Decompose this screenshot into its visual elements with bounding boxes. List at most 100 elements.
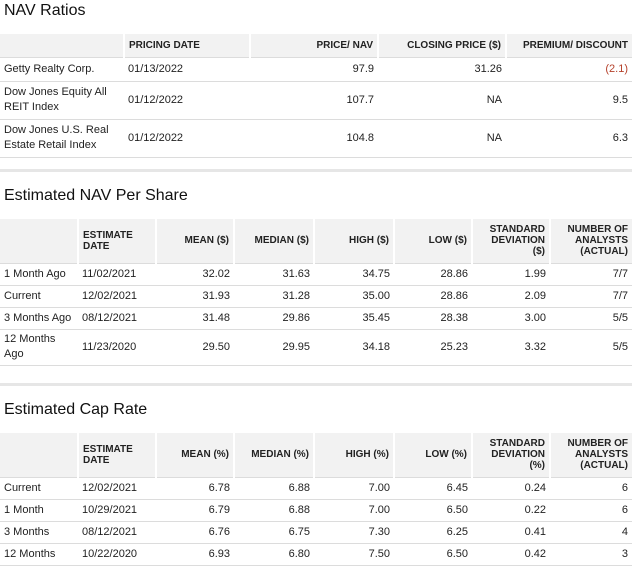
row-date: 11/23/2020 <box>78 328 156 366</box>
row-high: 34.75 <box>314 262 394 285</box>
row-median: 6.75 <box>234 520 314 543</box>
row-low: 28.38 <box>394 306 472 329</box>
row-mean: 31.93 <box>156 284 234 307</box>
row-date: 01/12/2022 <box>124 118 250 158</box>
nav-per-share-table-wrap: ESTIMATE DATE MEAN ($) MEDIAN ($) HIGH (… <box>0 219 632 366</box>
row-std: 0.41 <box>472 520 550 543</box>
row-high: 35.45 <box>314 306 394 329</box>
cap-rate-table: ESTIMATE DATE MEAN (%) MEDIAN (%) HIGH (… <box>0 433 632 566</box>
row-mean: 29.50 <box>156 328 234 366</box>
row-date: 08/12/2021 <box>78 306 156 329</box>
col-header-std-dev: STANDARD DEVIATION (%) <box>472 433 551 477</box>
col-header-analysts: NUMBER OF ANALYSTS (ACTUAL) <box>550 433 632 477</box>
row-date: 01/12/2022 <box>124 80 250 119</box>
row-price-nav: 107.7 <box>250 80 378 119</box>
table-row: 1 Month Ago 11/02/2021 32.02 31.63 34.75… <box>0 262 632 285</box>
table-row: Current 12/02/2021 31.93 31.28 35.00 28.… <box>0 284 632 307</box>
row-mean: 31.48 <box>156 306 234 329</box>
row-premium: 9.5 <box>506 80 632 119</box>
row-high: 7.00 <box>314 476 394 499</box>
section-divider <box>0 383 632 386</box>
row-high: 7.50 <box>314 542 394 566</box>
row-price-nav: 97.9 <box>250 56 378 81</box>
row-date: 10/22/2020 <box>78 542 156 566</box>
row-median: 6.88 <box>234 498 314 521</box>
cap-rate-section: Estimated Cap Rate <box>0 401 632 419</box>
row-high: 7.00 <box>314 498 394 521</box>
row-date: 08/12/2021 <box>78 520 156 543</box>
nav-per-share-section: Estimated NAV Per Share <box>0 187 632 205</box>
row-low: 6.50 <box>394 542 472 566</box>
section-divider <box>0 169 632 172</box>
row-period: 12 Months Ago <box>0 328 78 366</box>
table-row: 1 Month 10/29/2021 6.79 6.88 7.00 6.50 0… <box>0 498 632 521</box>
row-std: 0.22 <box>472 498 550 521</box>
row-std: 1.99 <box>472 262 550 285</box>
col-header-analysts: NUMBER OF ANALYSTS (ACTUAL) <box>550 219 632 263</box>
row-price-nav: 104.8 <box>250 118 378 158</box>
row-median: 29.95 <box>234 328 314 366</box>
row-high: 7.30 <box>314 520 394 543</box>
col-header-price-nav: PRICE/ NAV <box>250 34 379 57</box>
row-period: 3 Months <box>0 520 78 543</box>
row-premium: (2.1) <box>506 56 632 81</box>
nav-ratios-section: NAV Ratios <box>0 2 632 20</box>
row-name: Getty Realty Corp. <box>0 56 124 81</box>
row-premium: 6.3 <box>506 118 632 158</box>
row-high: 34.18 <box>314 328 394 366</box>
nav-ratios-table: PRICING DATE PRICE/ NAV CLOSING PRICE ($… <box>0 34 632 158</box>
col-header-low: LOW (%) <box>394 433 473 477</box>
row-std: 2.09 <box>472 284 550 307</box>
table-row: Getty Realty Corp. 01/13/2022 97.9 31.26… <box>0 56 632 81</box>
nav-ratios-table-wrap: PRICING DATE PRICE/ NAV CLOSING PRICE ($… <box>0 34 632 158</box>
col-header-pricing-date: PRICING DATE <box>124 34 251 57</box>
row-date: 10/29/2021 <box>78 498 156 521</box>
row-mean: 32.02 <box>156 262 234 285</box>
row-period: 1 Month Ago <box>0 262 78 285</box>
row-analysts: 6 <box>550 498 632 521</box>
table-row: 12 Months 10/22/2020 6.93 6.80 7.50 6.50… <box>0 542 632 566</box>
row-analysts: 3 <box>550 542 632 566</box>
row-std: 3.32 <box>472 328 550 366</box>
row-std: 3.00 <box>472 306 550 329</box>
row-analysts: 5/5 <box>550 306 632 329</box>
row-period: 3 Months Ago <box>0 306 78 329</box>
table-row: Current 12/02/2021 6.78 6.88 7.00 6.45 0… <box>0 476 632 499</box>
col-header-high: HIGH (%) <box>314 433 395 477</box>
col-header-period <box>0 219 79 263</box>
row-median: 31.63 <box>234 262 314 285</box>
row-low: 6.25 <box>394 520 472 543</box>
row-median: 29.86 <box>234 306 314 329</box>
col-header-estimate-date: ESTIMATE DATE <box>78 219 157 263</box>
row-high: 35.00 <box>314 284 394 307</box>
row-closing: 31.26 <box>378 56 506 81</box>
row-period: Current <box>0 284 78 307</box>
row-analysts: 7/7 <box>550 262 632 285</box>
nav-ratios-title: NAV Ratios <box>4 2 86 19</box>
row-median: 6.80 <box>234 542 314 566</box>
col-header-high: HIGH ($) <box>314 219 395 263</box>
row-closing: NA <box>378 80 506 119</box>
col-header-name <box>0 34 125 57</box>
row-date: 12/02/2021 <box>78 284 156 307</box>
row-mean: 6.78 <box>156 476 234 499</box>
row-median: 31.28 <box>234 284 314 307</box>
table-row: 3 Months Ago 08/12/2021 31.48 29.86 35.4… <box>0 306 632 329</box>
row-std: 0.42 <box>472 542 550 566</box>
row-analysts: 5/5 <box>550 328 632 366</box>
row-low: 28.86 <box>394 262 472 285</box>
col-header-mean: MEAN ($) <box>156 219 235 263</box>
row-analysts: 6 <box>550 476 632 499</box>
row-mean: 6.93 <box>156 542 234 566</box>
row-median: 6.88 <box>234 476 314 499</box>
row-mean: 6.76 <box>156 520 234 543</box>
row-low: 6.50 <box>394 498 472 521</box>
col-header-estimate-date: ESTIMATE DATE <box>78 433 157 477</box>
cap-rate-table-wrap: ESTIMATE DATE MEAN (%) MEDIAN (%) HIGH (… <box>0 433 632 566</box>
row-std: 0.24 <box>472 476 550 499</box>
col-header-premium-discount: PREMIUM/ DISCOUNT <box>506 34 632 57</box>
row-analysts: 7/7 <box>550 284 632 307</box>
col-header-closing-price: CLOSING PRICE ($) <box>378 34 507 57</box>
row-analysts: 4 <box>550 520 632 543</box>
row-date: 12/02/2021 <box>78 476 156 499</box>
